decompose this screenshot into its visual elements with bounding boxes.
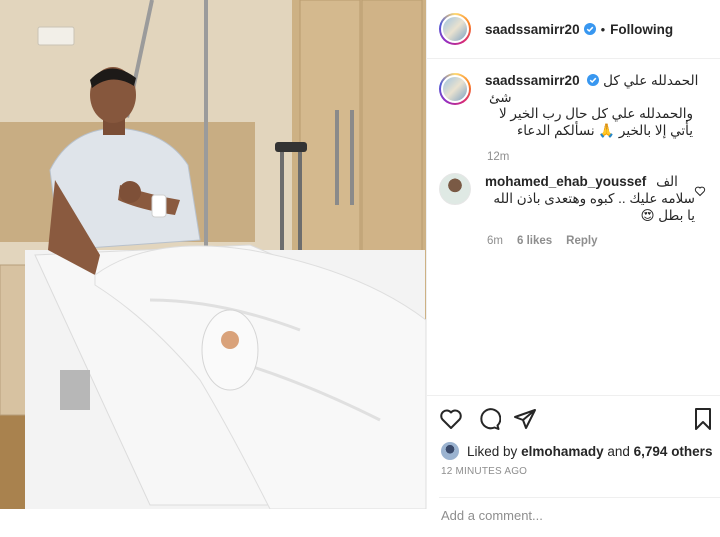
- caption-username[interactable]: saadssamirr20: [485, 73, 580, 88]
- caption-avatar[interactable]: [439, 73, 471, 105]
- post-header: saadssamirr20 • Following: [427, 0, 720, 59]
- following-button[interactable]: Following: [610, 22, 673, 37]
- comment-text: سلامه عليك .. كبوه وهتعدى باذن الله: [493, 191, 695, 206]
- likes-prefix: Liked by: [467, 443, 518, 459]
- bookmark-icon[interactable]: [691, 407, 715, 431]
- likes-summary: Liked by elmohamady and 6,794 others: [441, 442, 712, 460]
- comment-icon[interactable]: [477, 407, 501, 431]
- liker-avatar[interactable]: [441, 442, 459, 460]
- commenter-avatar[interactable]: [439, 173, 471, 205]
- author-username[interactable]: saadssamirr20: [485, 22, 580, 37]
- likes-count[interactable]: 6,794 others: [634, 444, 713, 459]
- verified-icon: [583, 23, 596, 35]
- add-comment-input[interactable]: Add a comment...: [439, 497, 720, 537]
- header-separator: •: [600, 21, 606, 37]
- likes-and: and: [607, 443, 630, 459]
- caption: saadssamirr20 الحمدلله علي كل شئ والحمدل…: [427, 59, 720, 139]
- comment-likes[interactable]: 6 likes: [517, 235, 552, 247]
- share-icon[interactable]: [513, 407, 537, 431]
- commenter-username[interactable]: mohamed_ehab_youssef: [485, 174, 646, 189]
- post-timestamp[interactable]: 12 MINUTES AGO: [441, 466, 527, 477]
- comment-item: mohamed_ehab_youssef الف سلامه عليك .. ك…: [427, 163, 720, 224]
- hospital-photo: [0, 0, 426, 509]
- post-side-panel: saadssamirr20 • Following saadssamirr20 …: [426, 0, 720, 523]
- comment-reply-button[interactable]: Reply: [566, 235, 597, 247]
- caption-text-line2: والحمدلله علي كل حال رب الخير لا يأتي إل…: [498, 106, 693, 138]
- verified-icon: [587, 74, 600, 86]
- comment-prefix: الف: [656, 174, 678, 189]
- caption-time: 12m: [487, 151, 510, 163]
- liker-username[interactable]: elmohamady: [521, 444, 604, 459]
- instagram-post: saadssamirr20 • Following saadssamirr20 …: [0, 0, 720, 523]
- action-bar: [427, 395, 720, 442]
- author-avatar[interactable]: [439, 13, 471, 45]
- comment-time: 6m: [487, 235, 503, 247]
- post-photo[interactable]: [0, 0, 426, 509]
- heart-icon[interactable]: [439, 407, 463, 431]
- comment-text-2: يا بطل 😍: [640, 208, 695, 223]
- comment-like-heart-icon[interactable]: [694, 185, 706, 197]
- comment-meta: 6m 6 likes Reply: [487, 235, 720, 247]
